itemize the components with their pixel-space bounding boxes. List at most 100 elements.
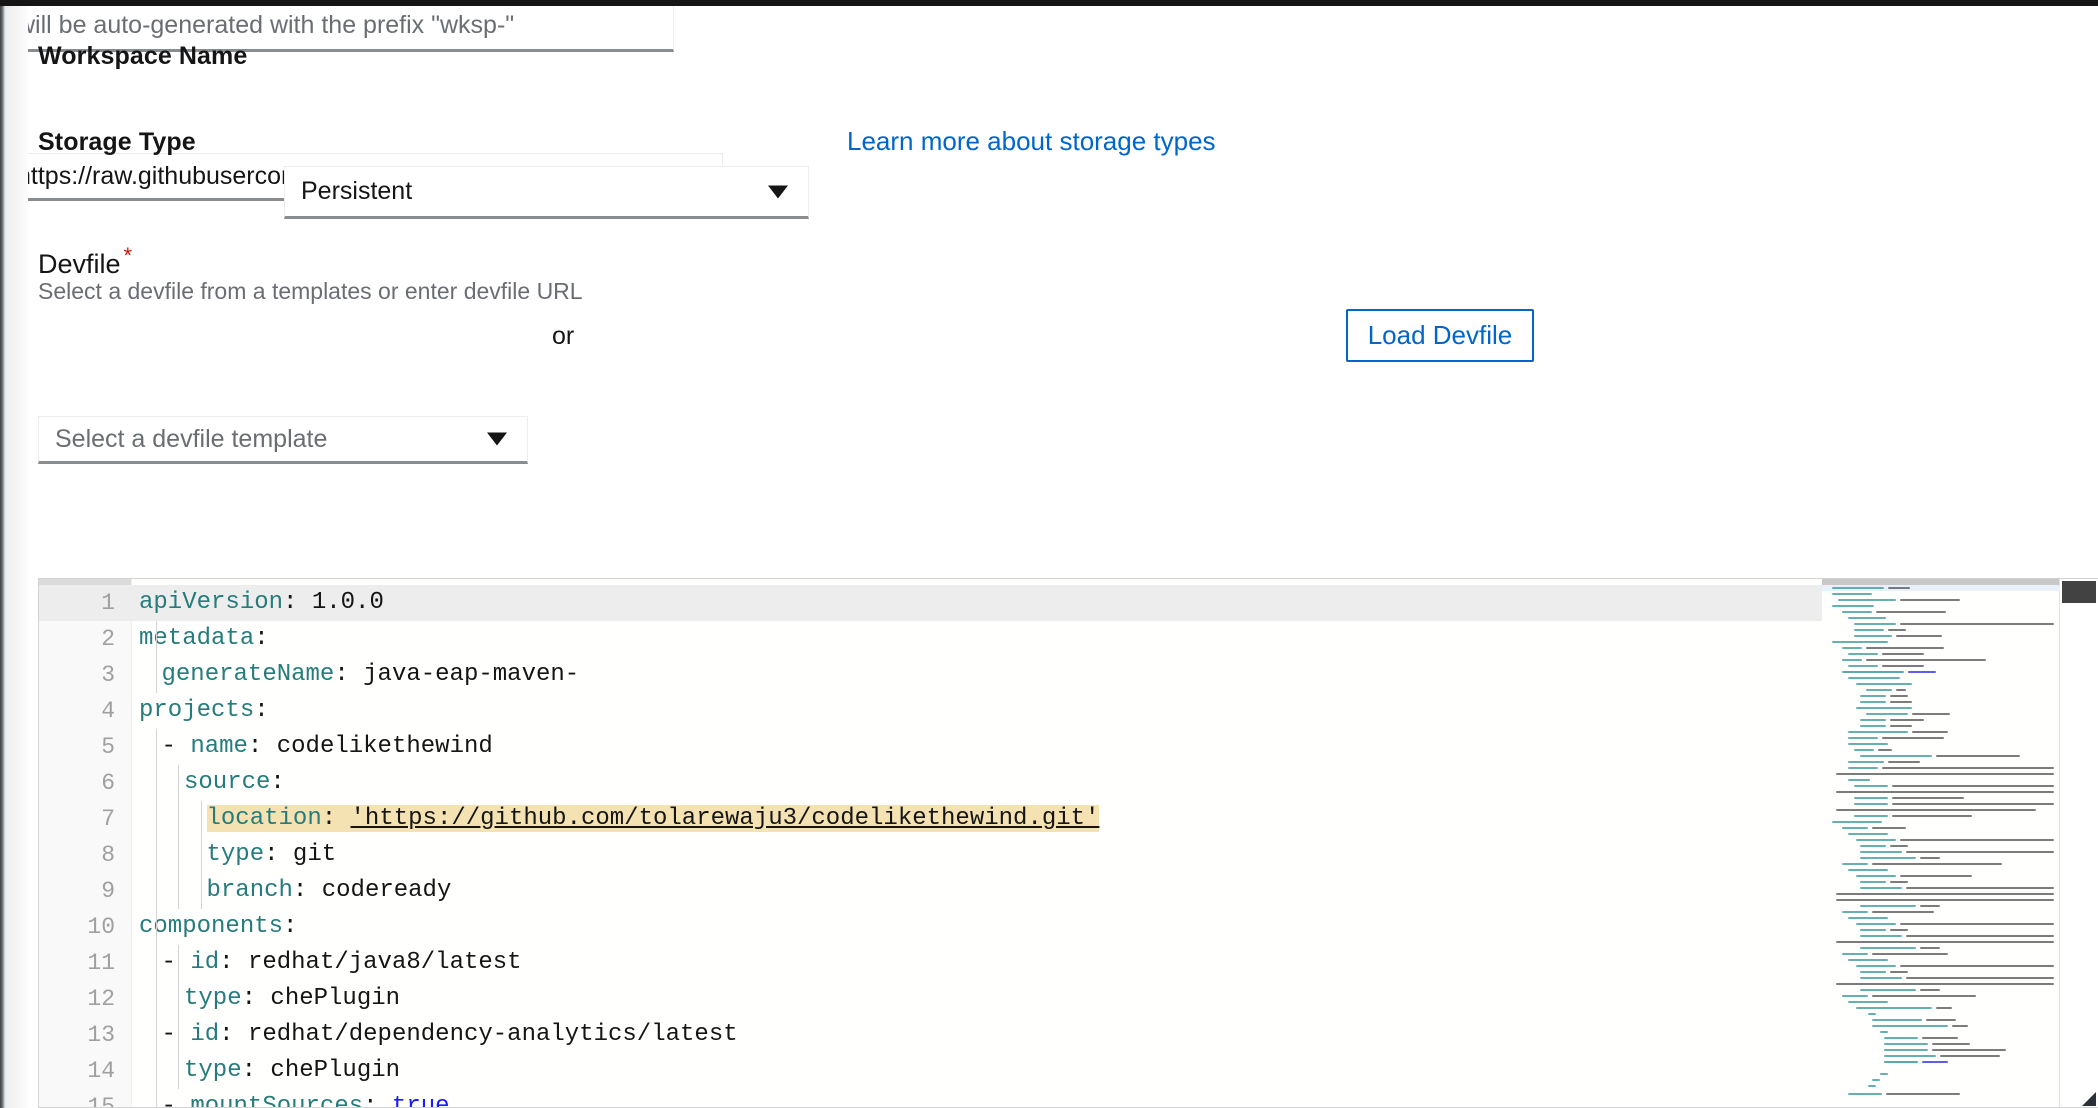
code-token: id	[190, 1021, 220, 1048]
minimap-token	[1848, 743, 1888, 745]
editor-code-line[interactable]: - mountSources: true	[162, 1089, 450, 1107]
minimap-token	[1908, 671, 1936, 673]
minimap-token	[1900, 875, 1972, 877]
storage-types-learn-more-link[interactable]: Learn more about storage types	[847, 126, 1216, 157]
code-line-content: - mountSources: true	[162, 1093, 450, 1107]
editor-line-number: 6	[101, 770, 115, 796]
minimap-token	[1896, 635, 1942, 637]
minimap-token	[1886, 1093, 1960, 1095]
minimap-token	[1854, 749, 1874, 751]
code-token: 1.0.0	[311, 589, 384, 616]
code-token: :	[321, 805, 351, 832]
minimap-token	[1920, 947, 1940, 949]
indent-guide	[155, 729, 157, 909]
editor-code-line[interactable]: components:	[139, 909, 297, 945]
code-line-content: metadata:	[139, 625, 269, 652]
minimap-token	[1848, 833, 1888, 835]
editor-line-number: 9	[101, 878, 115, 904]
editor-code-line[interactable]: location: 'https://github.com/tolarewaju…	[206, 801, 1100, 837]
indent-guide	[155, 621, 157, 693]
editor-code-line[interactable]: metadata:	[139, 621, 269, 657]
devfile-title-text: Devfile	[38, 249, 121, 279]
code-token: chePlugin	[270, 1057, 401, 1084]
editor-code-line[interactable]: - name: codelikethewind	[162, 729, 493, 765]
code-line-content: - name: codelikethewind	[162, 733, 493, 760]
minimap-token	[1854, 635, 1892, 637]
code-token: :	[334, 661, 364, 688]
minimap-token	[1854, 629, 1884, 631]
minimap-token	[1878, 749, 1892, 751]
devfile-template-select[interactable]: Select a devfile template	[38, 416, 528, 464]
minimap-token	[1860, 935, 1902, 937]
minimap-token	[1842, 611, 1872, 613]
code-token: :	[283, 913, 298, 940]
storage-type-select[interactable]: Persistent	[284, 166, 809, 219]
code-token: :	[270, 769, 285, 796]
resize-handle-icon[interactable]	[2082, 1092, 2096, 1106]
editor-code-line[interactable]: source:	[184, 765, 285, 801]
minimap-token	[1932, 1043, 1970, 1045]
editor-code-line[interactable]: projects:	[139, 693, 269, 729]
editor-code-area[interactable]: apiVersion: 1.0.0 metadata: generateName: …	[132, 579, 2098, 1107]
code-token: 'https://github.com/tolarewaju3/codelike…	[350, 805, 1100, 832]
minimap-token	[1856, 965, 1896, 967]
minimap-token	[1854, 815, 1888, 817]
current-line-highlight	[132, 585, 2098, 621]
minimap-token	[1872, 1019, 1922, 1021]
minimap-token	[1836, 893, 2054, 895]
minimap-token	[1892, 803, 2054, 805]
editor-code-line[interactable]: - id: redhat/dependency-analytics/latest	[162, 1017, 738, 1053]
devfile-yaml-editor[interactable]: 1 2 3 4 5 6 7 8 9 10 11 12 13 14 15 apiVersion: 1.0.0 m…	[38, 578, 2098, 1108]
editor-code-line[interactable]: branch: codeready	[207, 873, 452, 909]
editor-line-number: 8	[101, 842, 115, 868]
code-token: :	[264, 841, 293, 868]
editor-code-line[interactable]: type: git	[207, 837, 337, 873]
minimap-token	[1888, 761, 1920, 763]
code-token: :	[247, 733, 277, 760]
minimap-token	[1854, 797, 1888, 799]
editor-code-line[interactable]: type: chePlugin	[184, 981, 400, 1017]
editor-code-line[interactable]: apiVersion: 1.0.0	[139, 585, 384, 621]
code-line-content: components:	[139, 913, 297, 940]
editor-vertical-scrollbar[interactable]	[2060, 579, 2098, 1107]
minimap-token	[1884, 1037, 1918, 1039]
editor-code-line[interactable]: type: chePlugin	[184, 1053, 400, 1089]
minimap-token	[1842, 671, 1904, 673]
minimap-token	[1842, 647, 1862, 649]
load-devfile-button[interactable]: Load Devfile	[1346, 309, 1534, 362]
minimap-token	[1922, 1037, 1958, 1039]
editor-code-line[interactable]: generateName: java-eap-maven-	[162, 657, 580, 693]
minimap-token	[1900, 839, 2054, 841]
minimap-token	[1848, 959, 1888, 961]
minimap-token	[1866, 659, 1986, 661]
minimap-token	[1842, 953, 1868, 955]
minimap-token	[1920, 989, 1940, 991]
minimap-token	[1832, 641, 1888, 643]
minimap-token	[1848, 767, 1878, 769]
indent-guide	[178, 1017, 179, 1089]
code-token: generateName	[161, 661, 335, 688]
minimap-token	[1856, 683, 1912, 685]
code-line-content: location: 'https://github.com/tolarewaju…	[206, 805, 1100, 832]
editor-minimap[interactable]	[1822, 579, 2060, 1107]
minimap-token	[1866, 689, 1892, 691]
editor-code-line[interactable]: - id: redhat/java8/latest	[162, 945, 522, 981]
devfile-help-text: Select a devfile from a templates or ent…	[38, 278, 583, 304]
editor-line-number: 13	[87, 1022, 115, 1048]
minimap-token	[1832, 821, 1882, 823]
minimap-token	[1848, 665, 1878, 667]
devfile-section-title: Devfile *	[38, 243, 132, 280]
minimap-token	[1912, 713, 1950, 715]
code-token: branch	[206, 877, 293, 904]
required-marker: *	[123, 243, 133, 268]
scrollbar-thumb[interactable]	[2062, 581, 2096, 603]
minimap-token	[1880, 1073, 1888, 1075]
editor-line-number: 11	[87, 950, 115, 976]
minimap-token	[1868, 1085, 1876, 1087]
code-token: :	[219, 1021, 248, 1048]
minimap-token	[1860, 977, 1902, 979]
minimap-token	[1860, 887, 1902, 889]
code-token: redhat/java8/latest	[247, 949, 522, 976]
minimap-token	[1872, 953, 1948, 955]
minimap-token	[1882, 737, 1944, 739]
